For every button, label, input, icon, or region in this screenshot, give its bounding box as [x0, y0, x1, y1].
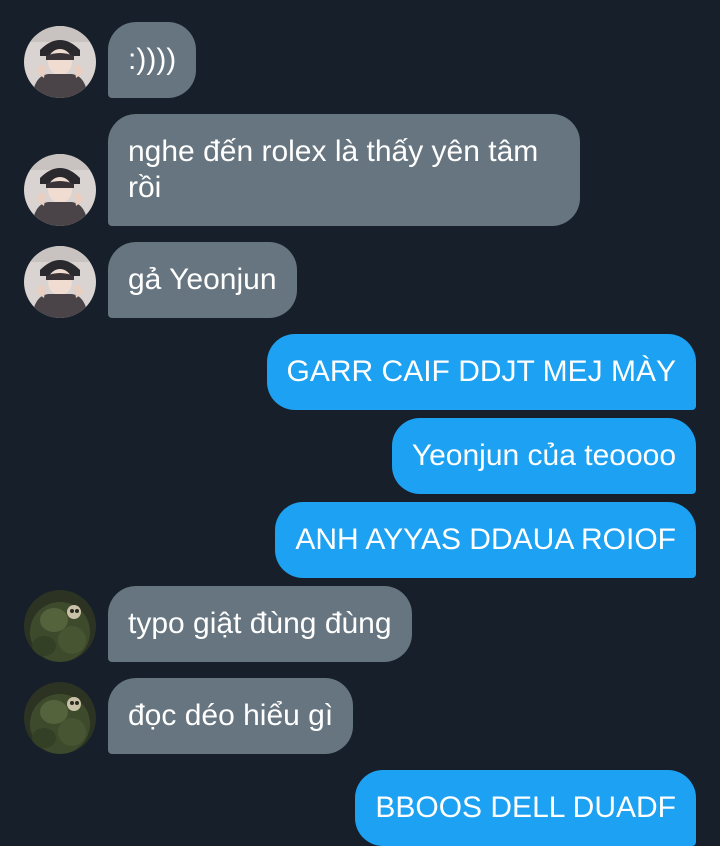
- message-bubble-incoming[interactable]: gả Yeonjun: [108, 242, 297, 318]
- avatar-photo: [24, 590, 96, 662]
- message-text: GARR CAIF DDJT MEJ MÀY: [286, 355, 676, 388]
- sender-avatar[interactable]: [24, 590, 96, 662]
- message-text: nghe đến rolex là thấy yên tâm rồi: [128, 135, 539, 204]
- message-bubble-outgoing[interactable]: ANH AYYAS DDAUA ROIOF: [275, 502, 696, 578]
- sender-avatar[interactable]: [24, 682, 96, 754]
- message-bubble-incoming[interactable]: typo giật đùng đùng: [108, 586, 412, 662]
- message-text: đọc déo hiểu gì: [128, 699, 334, 732]
- sender-avatar[interactable]: [24, 26, 96, 98]
- message-text: typo giật đùng đùng: [128, 607, 392, 640]
- message-text: BBOOS DELL DUADF: [375, 791, 676, 824]
- message-bubble-outgoing[interactable]: GARR CAIF DDJT MEJ MÀY: [266, 334, 696, 410]
- avatar-photo: [24, 154, 96, 226]
- message-text: Yeonjun của teoooo: [411, 439, 676, 472]
- avatar-photo: [24, 682, 96, 754]
- message-text: ANH AYYAS DDAUA ROIOF: [295, 523, 676, 556]
- message-bubble-incoming[interactable]: :)))): [108, 22, 197, 98]
- message-text: :)))): [128, 43, 177, 76]
- message-bubble-incoming[interactable]: đọc déo hiểu gì: [108, 678, 354, 754]
- message-bubble-outgoing[interactable]: Yeonjun của teoooo: [391, 418, 696, 494]
- sender-avatar[interactable]: [24, 154, 96, 226]
- message-text: gả Yeonjun: [128, 263, 277, 296]
- avatar-photo: [24, 26, 96, 98]
- message-thread[interactable]: :)))) nghe đến rolex là thấy yên tâm rồi: [0, 0, 720, 846]
- message-bubble-incoming[interactable]: nghe đến rolex là thấy yên tâm rồi: [108, 114, 580, 226]
- avatar-photo: [24, 246, 96, 318]
- sender-avatar[interactable]: [24, 246, 96, 318]
- message-bubble-outgoing[interactable]: BBOOS DELL DUADF: [355, 770, 696, 846]
